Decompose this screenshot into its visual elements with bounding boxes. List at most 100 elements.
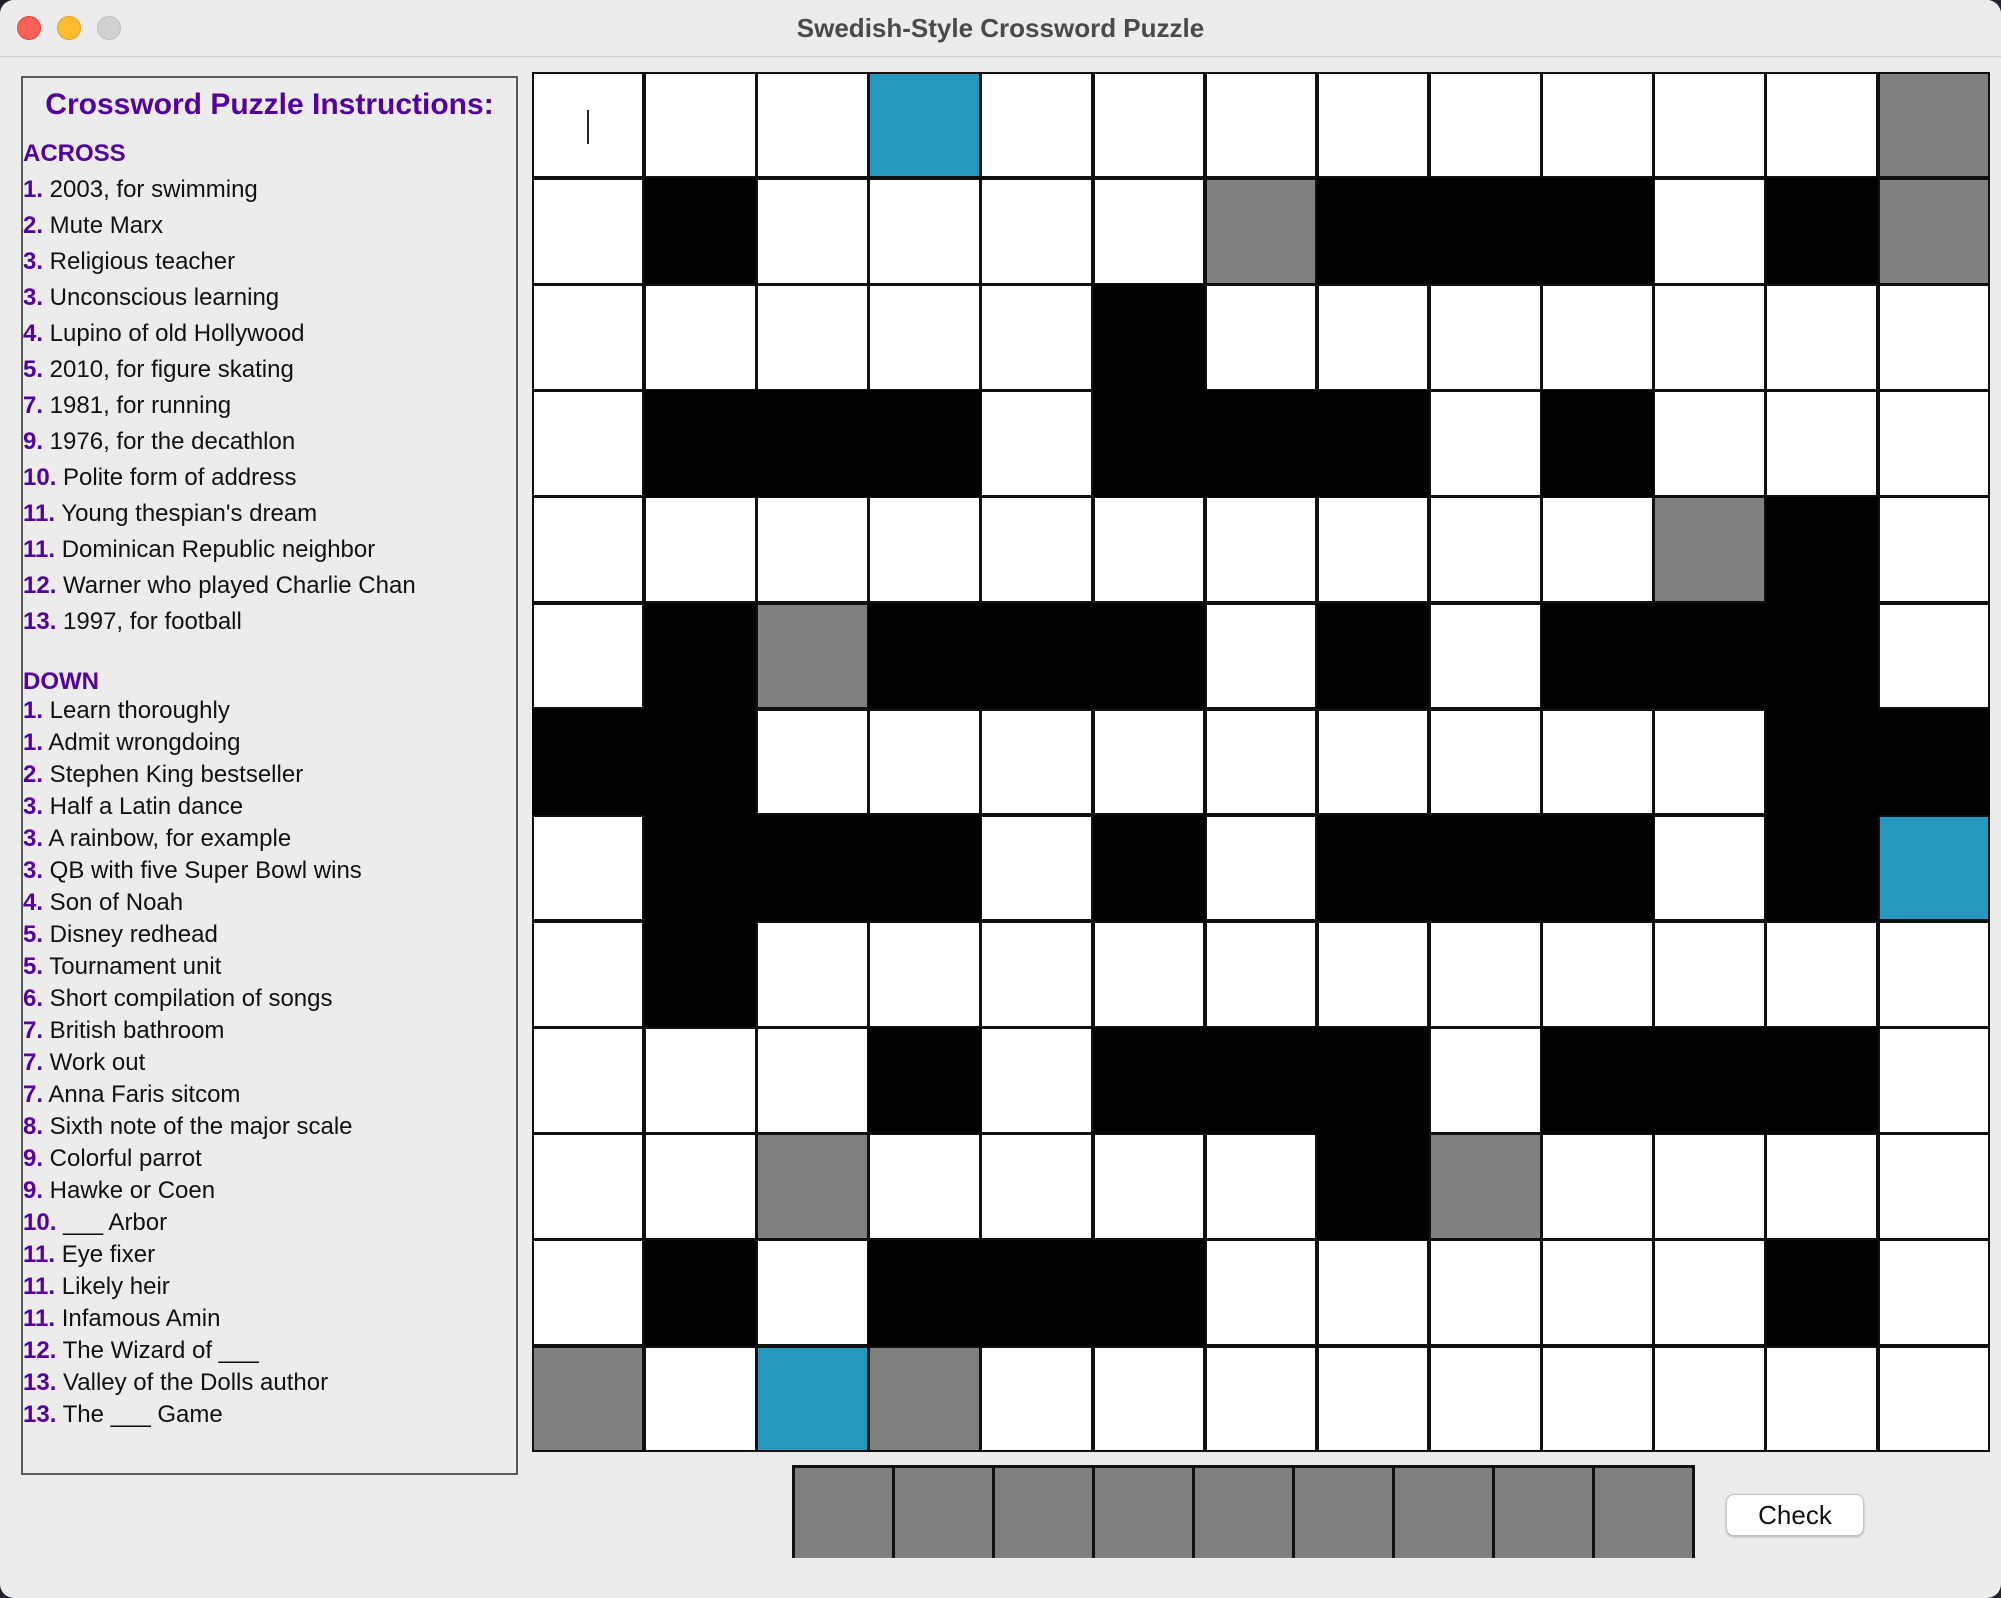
white-cell[interactable] <box>982 392 1091 495</box>
white-cell[interactable] <box>533 1135 643 1238</box>
white-cell[interactable] <box>982 922 1091 1026</box>
white-cell[interactable] <box>1543 286 1652 389</box>
white-cell[interactable] <box>1879 392 1989 495</box>
answer-slot[interactable] <box>895 1468 992 1558</box>
white-cell[interactable] <box>1655 73 1764 177</box>
white-cell[interactable] <box>1767 922 1877 1026</box>
white-cell[interactable] <box>758 1029 867 1132</box>
white-cell[interactable] <box>1655 1135 1764 1238</box>
white-cell[interactable] <box>982 1029 1091 1132</box>
white-cell[interactable] <box>533 604 643 708</box>
white-cell[interactable] <box>870 1135 979 1238</box>
white-cell[interactable] <box>982 816 1091 920</box>
white-cell[interactable] <box>982 179 1091 283</box>
white-cell[interactable] <box>1430 1347 1540 1451</box>
white-cell[interactable] <box>982 73 1091 177</box>
answer-slot[interactable] <box>1595 1468 1692 1558</box>
white-cell[interactable] <box>645 498 755 601</box>
white-cell[interactable] <box>1094 73 1204 177</box>
white-cell[interactable] <box>1206 1241 1316 1345</box>
answer-slot[interactable] <box>1495 1468 1592 1558</box>
white-cell[interactable] <box>1655 1347 1764 1451</box>
white-cell[interactable] <box>870 286 979 389</box>
white-cell[interactable] <box>758 710 867 814</box>
white-cell[interactable] <box>1206 1347 1316 1451</box>
white-cell[interactable] <box>1543 710 1652 814</box>
white-cell[interactable] <box>1767 1135 1877 1238</box>
white-cell[interactable] <box>1318 1241 1428 1345</box>
white-cell[interactable] <box>1094 922 1204 1026</box>
white-cell[interactable] <box>1094 1135 1204 1238</box>
white-cell[interactable] <box>870 498 979 601</box>
white-cell[interactable] <box>1655 922 1764 1026</box>
white-cell[interactable] <box>1318 73 1428 177</box>
white-cell[interactable] <box>533 286 643 389</box>
white-cell[interactable] <box>870 710 979 814</box>
white-cell[interactable] <box>1543 1347 1652 1451</box>
white-cell[interactable] <box>1430 498 1540 601</box>
white-cell[interactable] <box>533 816 643 920</box>
white-cell[interactable] <box>1543 922 1652 1026</box>
white-cell[interactable] <box>1430 1029 1540 1132</box>
white-cell[interactable] <box>1767 392 1877 495</box>
white-cell[interactable] <box>1543 1135 1652 1238</box>
white-cell[interactable] <box>1206 710 1316 814</box>
white-cell[interactable] <box>1206 922 1316 1026</box>
white-cell[interactable] <box>758 179 867 283</box>
white-cell[interactable] <box>1206 498 1316 601</box>
white-cell[interactable] <box>1543 73 1652 177</box>
answer-slot[interactable] <box>1195 1468 1292 1558</box>
white-cell[interactable] <box>1206 1135 1316 1238</box>
white-cell[interactable] <box>1655 286 1764 389</box>
white-cell[interactable] <box>1767 286 1877 389</box>
white-cell[interactable] <box>1767 73 1877 177</box>
white-cell[interactable] <box>982 286 1091 389</box>
white-cell[interactable] <box>1430 286 1540 389</box>
answer-slot[interactable] <box>795 1468 892 1558</box>
white-cell[interactable] <box>1655 392 1764 495</box>
white-cell[interactable] <box>1879 498 1989 601</box>
white-cell[interactable] <box>1206 816 1316 920</box>
white-cell[interactable] <box>1094 179 1204 283</box>
white-cell[interactable] <box>870 179 979 283</box>
white-cell[interactable] <box>1543 1241 1652 1345</box>
white-cell[interactable] <box>1879 604 1989 708</box>
white-cell[interactable] <box>1206 286 1316 389</box>
white-cell[interactable] <box>758 286 867 389</box>
white-cell[interactable] <box>870 922 979 1026</box>
white-cell[interactable] <box>1318 286 1428 389</box>
white-cell[interactable] <box>1430 922 1540 1026</box>
answer-slot[interactable] <box>1395 1468 1492 1558</box>
white-cell[interactable] <box>1206 604 1316 708</box>
white-cell[interactable] <box>1655 710 1764 814</box>
white-cell[interactable] <box>1206 73 1316 177</box>
white-cell[interactable] <box>1318 922 1428 1026</box>
white-cell[interactable] <box>1767 1347 1877 1451</box>
white-cell[interactable] <box>1879 1135 1989 1238</box>
white-cell[interactable] <box>758 922 867 1026</box>
white-cell[interactable] <box>533 1241 643 1345</box>
answer-slot[interactable] <box>995 1468 1092 1558</box>
white-cell[interactable] <box>645 286 755 389</box>
white-cell[interactable] <box>645 73 755 177</box>
white-cell[interactable] <box>1094 1347 1204 1451</box>
white-cell[interactable] <box>1430 1241 1540 1345</box>
white-cell[interactable] <box>1318 710 1428 814</box>
white-cell[interactable] <box>1879 1029 1989 1132</box>
white-cell[interactable] <box>1879 1347 1989 1451</box>
check-button[interactable]: Check <box>1726 1494 1864 1536</box>
white-cell[interactable] <box>533 922 643 1026</box>
white-cell[interactable] <box>1655 816 1764 920</box>
white-cell[interactable] <box>1318 498 1428 601</box>
white-cell[interactable] <box>1430 604 1540 708</box>
answer-slot[interactable] <box>1095 1468 1192 1558</box>
white-cell[interactable] <box>1543 498 1652 601</box>
white-cell[interactable] <box>533 179 643 283</box>
white-cell[interactable] <box>645 1135 755 1238</box>
white-cell[interactable] <box>758 1241 867 1345</box>
white-cell[interactable] <box>645 1029 755 1132</box>
white-cell[interactable] <box>1879 922 1989 1026</box>
white-cell[interactable] <box>1655 1241 1764 1345</box>
white-cell[interactable] <box>1430 73 1540 177</box>
white-cell[interactable] <box>982 710 1091 814</box>
